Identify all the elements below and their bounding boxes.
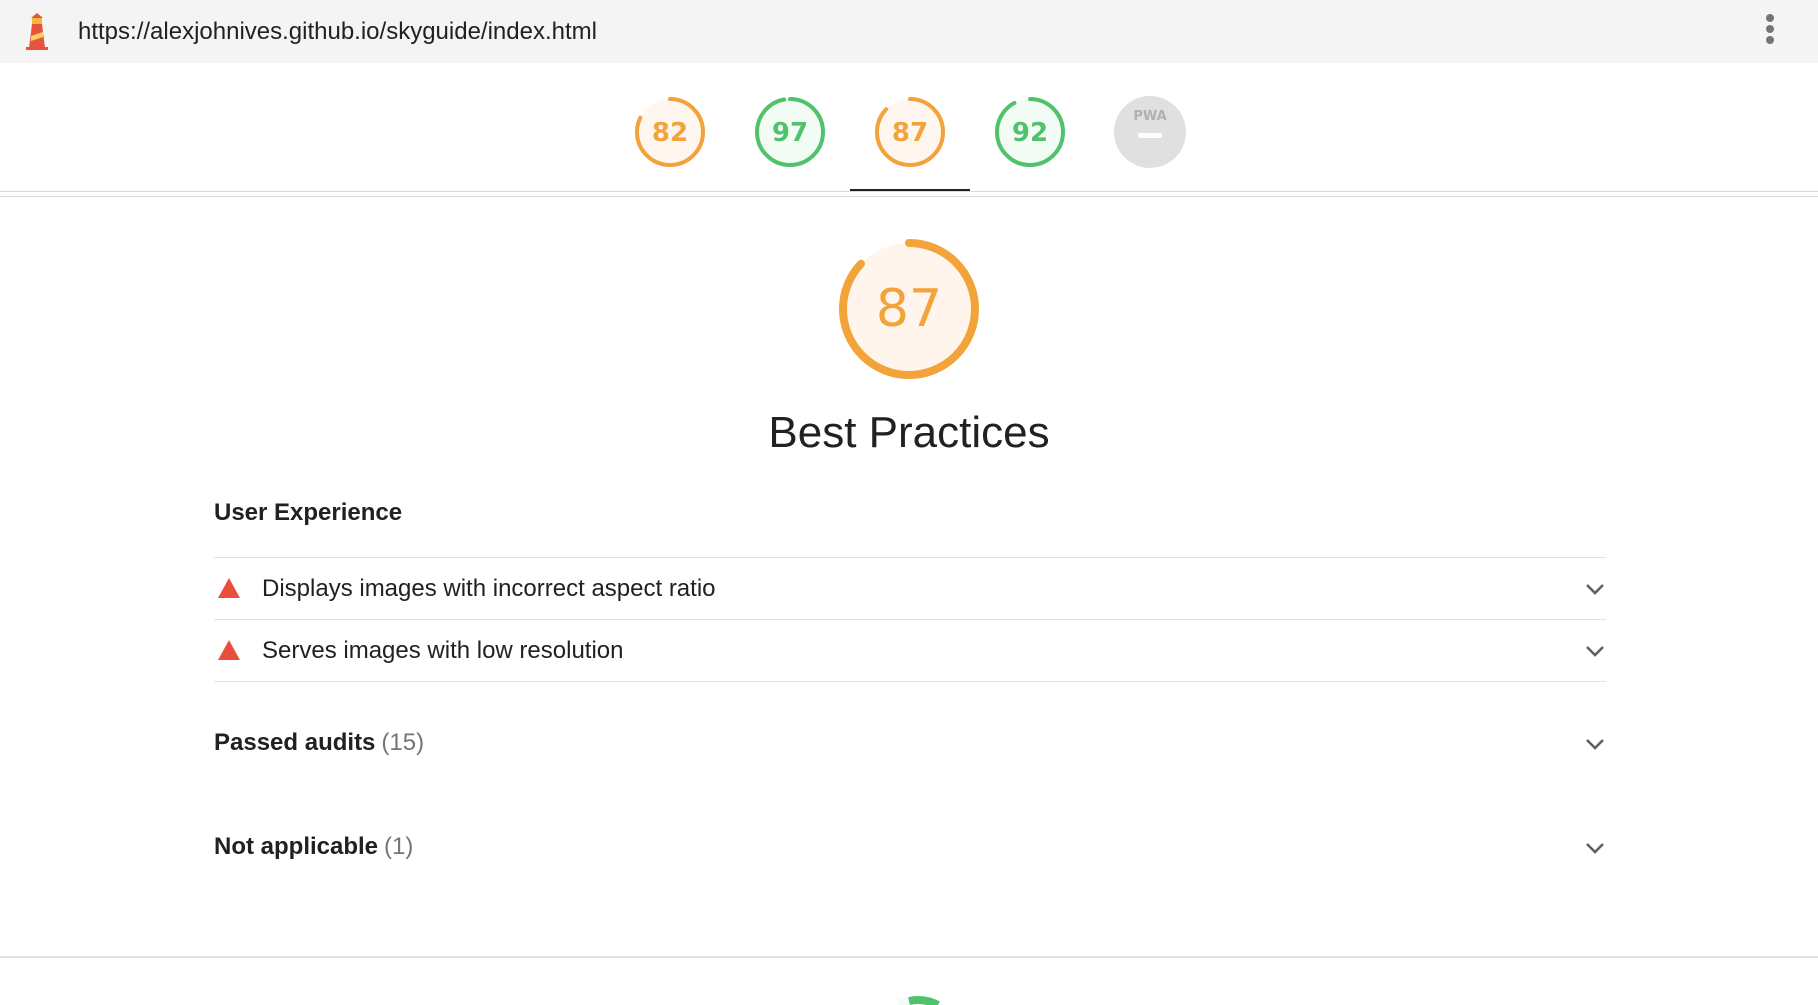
chevron-down-icon[interactable] bbox=[1584, 737, 1606, 751]
not-applicable-section[interactable]: Not applicable (1) bbox=[214, 817, 1606, 877]
topbar: https://alexjohnives.github.io/skyguide/… bbox=[0, 0, 1818, 63]
score-header: 82 97 87 92 PWA bbox=[0, 63, 1818, 193]
section-count: (1) bbox=[384, 833, 414, 860]
gauge-score: 82 bbox=[652, 118, 688, 148]
tab-accessibility[interactable]: 97 bbox=[730, 93, 850, 193]
tab-performance[interactable]: 82 bbox=[610, 93, 730, 193]
passed-audits-section[interactable]: Passed audits (15) bbox=[214, 713, 1606, 773]
gauge-score: 87 bbox=[892, 118, 928, 148]
section-count: (15) bbox=[381, 729, 425, 756]
divider bbox=[0, 191, 1818, 192]
section-title: Not applicable (1) bbox=[214, 817, 413, 877]
tab-best-practices[interactable]: 87 bbox=[850, 93, 970, 193]
pwa-badge-background bbox=[1114, 96, 1186, 168]
score-gauge: 82 bbox=[635, 97, 705, 167]
divider bbox=[214, 681, 1606, 682]
warning-triangle-icon bbox=[218, 640, 240, 660]
tab-pwa[interactable]: PWA bbox=[1090, 93, 1210, 193]
audit-aspect-ratio[interactable]: Displays images with incorrect aspect ra… bbox=[214, 558, 1606, 619]
divider bbox=[0, 196, 1818, 197]
score-gauge: 87 bbox=[875, 97, 945, 167]
chevron-down-icon[interactable] bbox=[1584, 582, 1606, 596]
category-title: Best Practices bbox=[768, 408, 1050, 457]
lighthouse-icon bbox=[26, 13, 48, 50]
audit-title: Serves images with low resolution bbox=[262, 637, 624, 664]
divider bbox=[0, 956, 1818, 958]
section-label: Passed audits bbox=[214, 729, 376, 756]
category-gauge: 87 bbox=[839, 239, 979, 379]
gauge-score: 92 bbox=[1012, 118, 1048, 148]
warning-triangle-icon bbox=[218, 578, 240, 598]
gauge-score: 97 bbox=[772, 118, 808, 148]
pwa-dash-icon bbox=[1138, 133, 1162, 138]
score-gauge: PWA bbox=[1114, 96, 1186, 168]
score-gauge: 97 bbox=[755, 97, 825, 167]
group-title: User Experience bbox=[214, 499, 403, 526]
audit-low-resolution[interactable]: Serves images with low resolution bbox=[214, 620, 1606, 681]
kebab-menu-icon[interactable] bbox=[1760, 14, 1780, 50]
tab-seo[interactable]: 92 bbox=[970, 93, 1090, 193]
audit-title: Displays images with incorrect aspect ra… bbox=[262, 575, 716, 602]
report-url: https://alexjohnives.github.io/skyguide/… bbox=[78, 18, 597, 45]
section-title: Passed audits (15) bbox=[214, 713, 424, 773]
chevron-down-icon[interactable] bbox=[1584, 841, 1606, 855]
pwa-label: PWA bbox=[1133, 109, 1166, 124]
gauge-score: 87 bbox=[876, 279, 942, 339]
chevron-down-icon[interactable] bbox=[1584, 644, 1606, 658]
section-label: Not applicable bbox=[214, 833, 379, 860]
next-category-gauge bbox=[896, 996, 940, 1005]
score-gauge: 92 bbox=[995, 97, 1065, 167]
